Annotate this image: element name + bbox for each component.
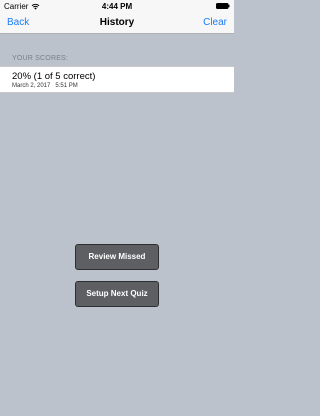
- score-list-item[interactable]: 20% (1 of 5 correct) March 2, 2017 5:51 …: [0, 66, 234, 93]
- status-bar: Carrier 4:44 PM: [0, 0, 234, 13]
- status-time: 4:44 PM: [101, 2, 133, 11]
- scores-section-header: YOUR SCORES:: [12, 55, 69, 62]
- review-missed-button[interactable]: Review Missed: [75, 244, 159, 270]
- navigation-bar: Back History Clear: [0, 13, 234, 34]
- setup-next-quiz-button[interactable]: Setup Next Quiz: [75, 281, 159, 307]
- score-result: 20% (1 of 5 correct): [12, 71, 96, 82]
- score-date: March 2, 2017 5:51 PM: [12, 83, 78, 89]
- history-screen: Carrier 4:44 PM Back History Clear YOUR …: [0, 0, 234, 416]
- page-title: History: [99, 17, 135, 28]
- battery-icon: [216, 3, 230, 9]
- clear-button[interactable]: Clear: [203, 17, 227, 29]
